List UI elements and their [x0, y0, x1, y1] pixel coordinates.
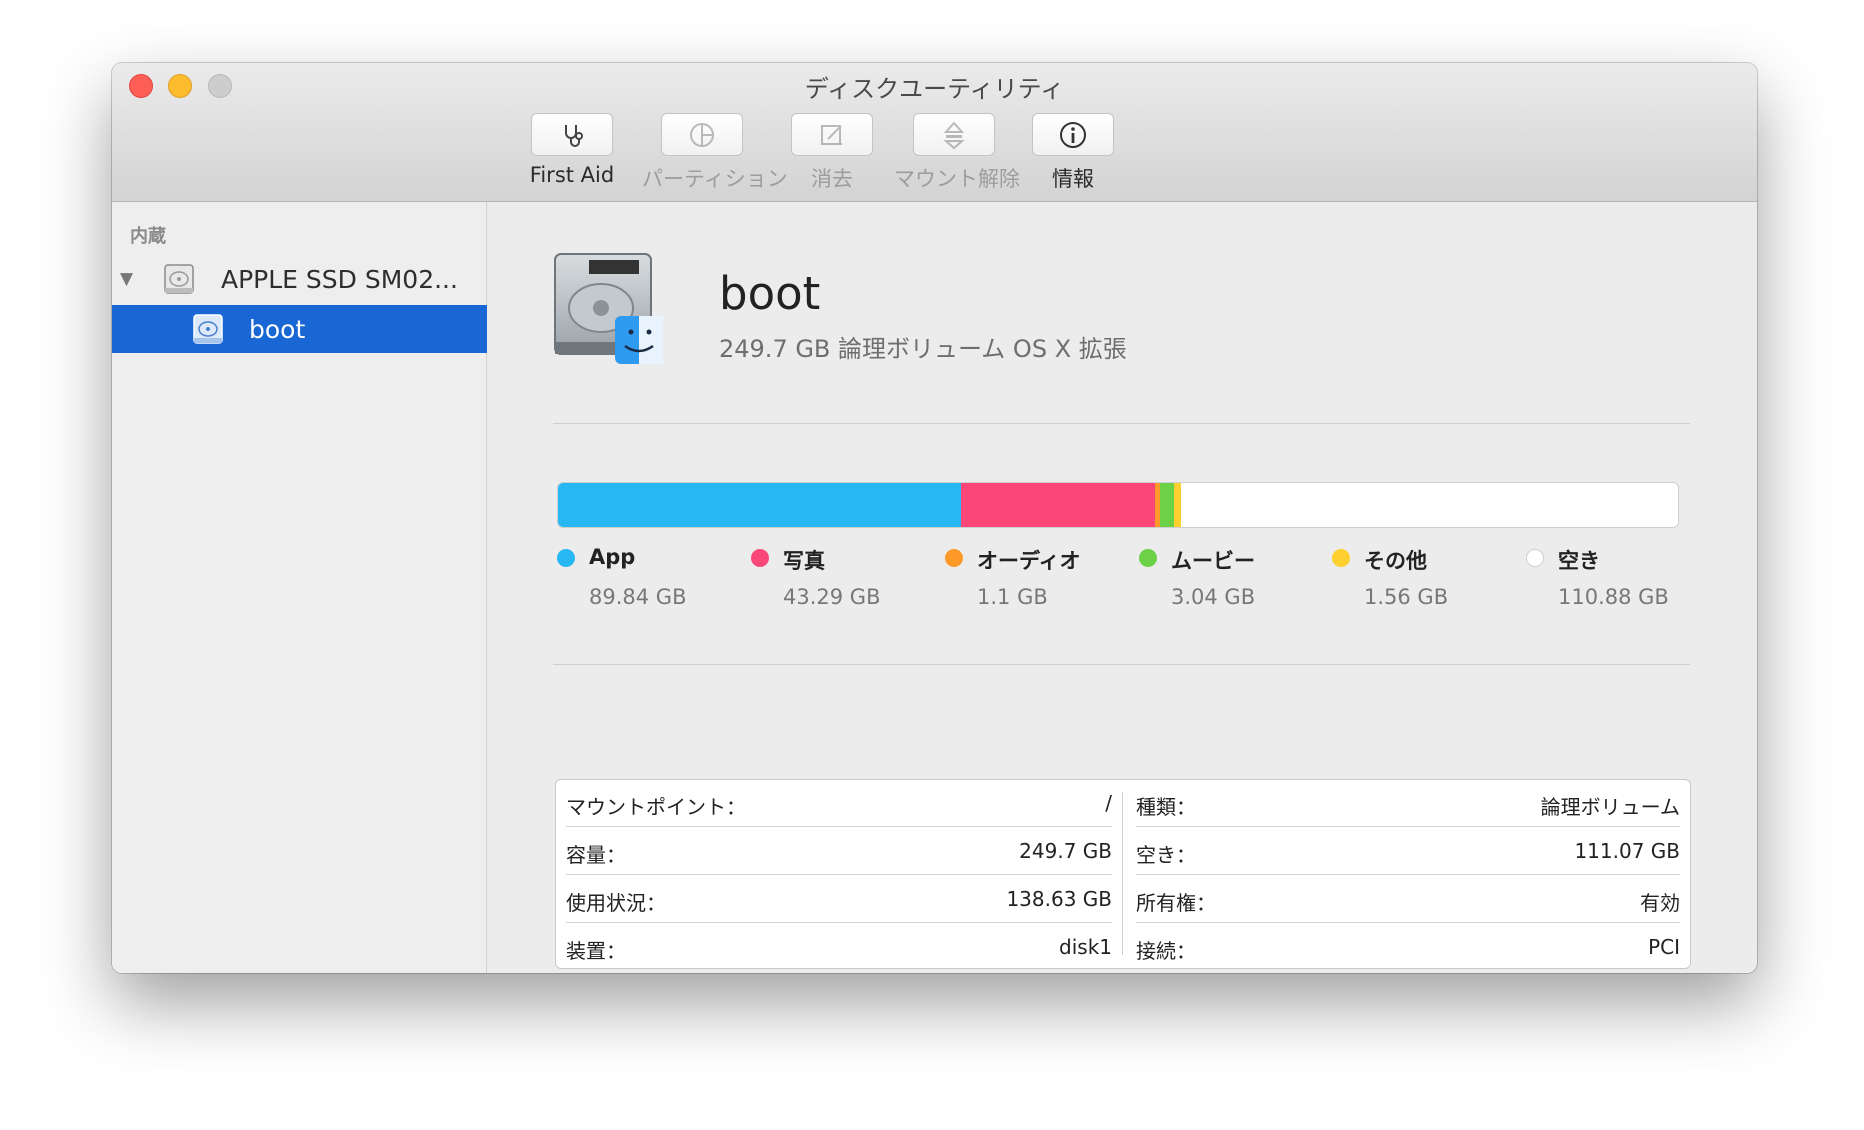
erase-label: 消去 [811, 167, 853, 191]
info-column-divider [1122, 792, 1123, 955]
legend-name-movies: ムービー [1171, 549, 1255, 573]
usage-segment-movies [1160, 483, 1174, 527]
legend-name-app: App [589, 545, 636, 569]
info-row-device: 装置： disk1 [566, 924, 1112, 971]
info-label: 容量： [566, 843, 626, 867]
volume-info-table: マウントポイント： / 容量： 249.7 GB 使用状況： 138.63 GB… [555, 779, 1691, 969]
first-aid-button[interactable]: First Aid [512, 113, 632, 187]
hard-disk-icon [164, 264, 194, 294]
window-title: ディスクユーティリティ [804, 75, 1065, 103]
legend-size-other: 1.56 GB [1364, 585, 1449, 609]
main-panel: boot 249.7 GB 論理ボリューム OS X 拡張 App 89.84 … [487, 202, 1757, 973]
legend-size-audio: 1.1 GB [977, 585, 1048, 609]
sidebar-volume-label: boot [249, 315, 306, 344]
info-label: 種類： [1136, 795, 1196, 819]
title-bar: ディスクユーティリティ First Aid パーティション 消去 マウント解除 … [112, 63, 1757, 202]
eject-icon [943, 120, 965, 149]
legend-dot-other [1332, 549, 1350, 567]
legend-size-movies: 3.04 GB [1171, 585, 1256, 609]
info-value: / [1105, 791, 1112, 815]
info-row-capacity: 容量： 249.7 GB [566, 828, 1112, 875]
info-value: 論理ボリューム [1540, 795, 1680, 819]
info-label: 情報 [1052, 167, 1094, 191]
usage-segment-free [1180, 483, 1678, 527]
first-aid-label: First Aid [529, 163, 615, 187]
info-value: disk1 [1059, 935, 1112, 959]
info-icon [1060, 121, 1086, 148]
usage-segment-app [558, 483, 961, 527]
info-button[interactable]: 情報 [1013, 113, 1133, 193]
info-label: 接続： [1136, 939, 1196, 963]
info-row-type: 種類： 論理ボリューム [1136, 780, 1680, 827]
finder-volume-icon [554, 253, 663, 364]
legend-name-photos: 写真 [783, 549, 825, 573]
erase-button[interactable]: 消去 [772, 113, 892, 193]
sidebar: 内蔵 ▼ APPLE SSD SM02... boot [112, 202, 487, 973]
volume-name: boot [719, 267, 821, 320]
disk-utility-window: ディスクユーティリティ First Aid パーティション 消去 マウント解除 … [112, 63, 1757, 973]
legend-name-audio: オーディオ [977, 549, 1081, 573]
unmount-button[interactable]: マウント解除 [894, 113, 1020, 193]
info-label: 所有権： [1136, 891, 1216, 915]
legend-dot-movies [1139, 549, 1157, 567]
volume-description: 249.7 GB 論理ボリューム OS X 拡張 [719, 335, 1127, 363]
info-label: マウントポイント： [566, 795, 746, 819]
info-label: 使用状況： [566, 891, 666, 915]
partition-pie-icon [690, 122, 714, 147]
legend-dot-app [557, 549, 575, 567]
usage-segment-photos [960, 483, 1156, 527]
info-row-mount-point: マウントポイント： / [566, 780, 1112, 827]
legend-size-photos: 43.29 GB [783, 585, 881, 609]
partition-label: パーティション [642, 167, 788, 191]
sidebar-disk-label: APPLE SSD SM02... [221, 265, 458, 294]
sidebar-section-internal: 内蔵 [130, 226, 166, 247]
unmount-label: マウント解除 [894, 167, 1020, 191]
usage-segment-other [1173, 483, 1181, 527]
sidebar-item-disk[interactable]: ▼ APPLE SSD SM02... [112, 255, 487, 303]
info-value: 有効 [1640, 891, 1680, 915]
info-value: 111.07 GB [1574, 839, 1680, 863]
legend-dot-free [1526, 549, 1544, 567]
separator [553, 423, 1690, 424]
legend-name-other: その他 [1364, 549, 1427, 573]
stethoscope-icon [565, 124, 583, 147]
legend-name-free: 空き [1558, 549, 1600, 573]
separator [553, 664, 1690, 665]
info-label: 装置： [566, 939, 626, 963]
info-row-available: 空き： 111.07 GB [1136, 828, 1680, 875]
volume-disk-icon [193, 314, 223, 344]
info-value: 138.63 GB [1006, 887, 1112, 911]
disclosure-triangle-icon[interactable]: ▼ [120, 269, 133, 289]
legend-dot-audio [945, 549, 963, 567]
info-row-used: 使用状況： 138.63 GB [566, 876, 1112, 923]
partition-button[interactable]: パーティション [642, 113, 788, 193]
info-row-connection: 接続： PCI [1136, 924, 1680, 971]
info-row-owners: 所有権： 有効 [1136, 876, 1680, 923]
legend-dot-photos [751, 549, 769, 567]
storage-usage-bar [557, 482, 1679, 528]
legend-size-free: 110.88 GB [1558, 585, 1669, 609]
info-value: 249.7 GB [1019, 839, 1112, 863]
sidebar-item-boot[interactable]: boot [112, 305, 487, 353]
legend-size-app: 89.84 GB [589, 585, 687, 609]
info-label: 空き： [1136, 843, 1196, 867]
info-value: PCI [1648, 935, 1680, 959]
erase-icon [821, 124, 842, 145]
